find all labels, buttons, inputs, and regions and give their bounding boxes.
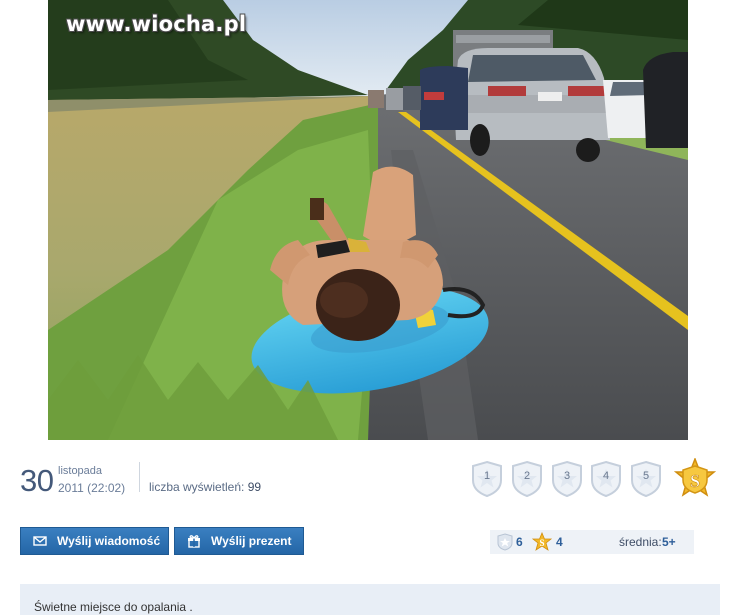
average-value: 5+ <box>662 535 676 549</box>
view-counter: liczba wyświetleń: 99 <box>149 480 261 494</box>
divider <box>139 462 140 492</box>
post-description: Świetne miejsce do opalania . <box>34 600 193 614</box>
super-label: S <box>690 471 700 491</box>
views-label: liczba wyświetleń: <box>149 480 245 494</box>
site-watermark: www.wiocha.pl <box>66 12 247 36</box>
post-description-panel: Świetne miejsce do opalania . <box>20 584 720 615</box>
star-votes-count: 6 <box>516 535 523 549</box>
photo-illustration <box>48 0 688 440</box>
rate-star-5-button[interactable]: 5 <box>629 460 663 498</box>
rating-summary: 6 S 4 średnia: 5+ <box>490 530 694 554</box>
send-gift-label: Wyślij prezent <box>211 534 292 548</box>
super-star-icon: S <box>673 456 717 497</box>
post-photo[interactable]: www.wiocha.pl <box>48 0 688 440</box>
send-message-label: Wyślij wiadomość <box>57 534 161 548</box>
average-label: średnia: <box>619 535 662 549</box>
super-votes-icon: S <box>532 532 552 551</box>
rate-star-1-button[interactable]: 1 <box>470 460 504 498</box>
rate-star-4-button[interactable]: 4 <box>589 460 623 498</box>
envelope-icon <box>33 536 47 546</box>
send-message-button[interactable]: Wyślij wiadomość <box>20 527 169 555</box>
send-gift-button[interactable]: Wyślij prezent <box>174 527 304 555</box>
rate-super-button[interactable]: S <box>673 456 717 500</box>
views-count: 99 <box>247 480 262 494</box>
post-date-month: listopada <box>58 465 103 477</box>
gift-icon <box>188 535 200 548</box>
post-date-year-time: 2011 (22:02) <box>58 481 126 495</box>
rate-star-3-button[interactable]: 3 <box>550 460 584 498</box>
rate-star-2-button[interactable]: 2 <box>510 460 544 498</box>
rate-star-number: 3 <box>563 470 571 482</box>
rate-star-number: 4 <box>602 470 610 482</box>
super-votes-count: 4 <box>556 535 563 549</box>
rate-star-number: 2 <box>523 470 531 482</box>
rate-star-number: 1 <box>483 470 491 482</box>
star-votes-icon <box>497 533 513 551</box>
svg-text:S: S <box>539 538 544 548</box>
post-date-day: 30 <box>20 463 54 498</box>
rate-star-number: 5 <box>642 470 650 482</box>
